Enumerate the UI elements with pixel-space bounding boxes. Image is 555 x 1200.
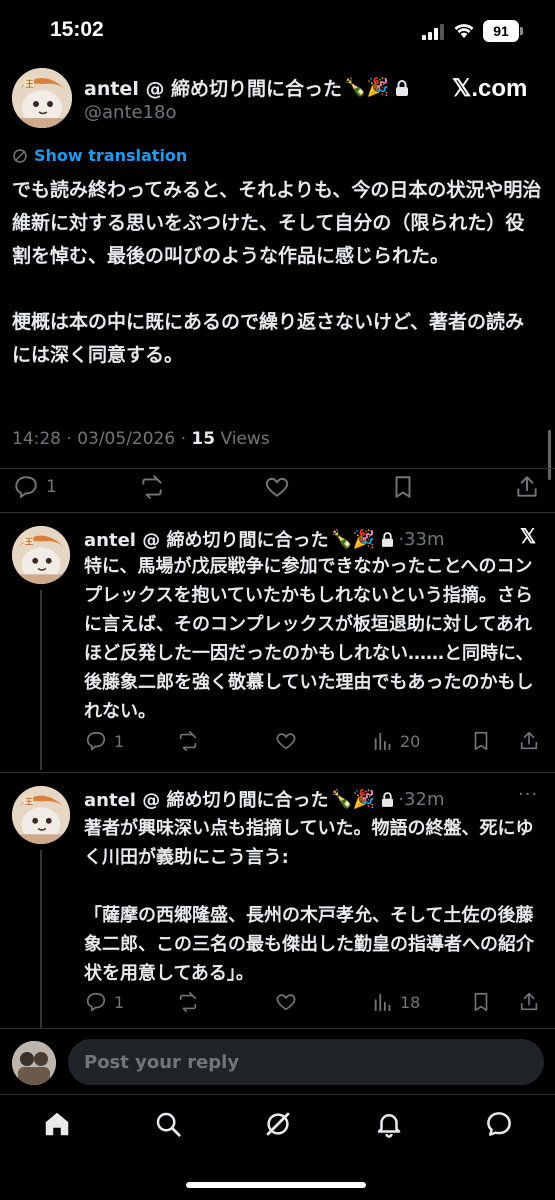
nav-messages[interactable]	[484, 1109, 514, 1143]
views-button[interactable]: 20	[372, 730, 420, 752]
reply-emoji: 🍾🎉	[330, 788, 376, 810]
repost-icon	[142, 475, 162, 499]
analytics-icon	[374, 993, 391, 1012]
repost-button[interactable]	[176, 991, 200, 1013]
bell-icon	[377, 1114, 401, 1138]
tweet-timestamp: 14:28 · 03/05/2026 ·	[12, 429, 192, 449]
author-handle[interactable]: @ante18o	[84, 102, 177, 123]
repost-icon	[179, 731, 197, 751]
views-label: Views	[215, 429, 270, 449]
thread-line	[40, 590, 42, 770]
views-button[interactable]: 18	[372, 991, 420, 1013]
heart-icon	[265, 477, 289, 497]
analytics-icon	[374, 732, 391, 751]
wifi-icon	[454, 24, 474, 38]
reply-time[interactable]: ·32m	[398, 789, 444, 810]
views-count: 15	[191, 429, 216, 449]
bookmark-button[interactable]	[390, 474, 416, 500]
grok-icon	[266, 1112, 290, 1136]
reply-count: 1	[114, 731, 125, 751]
lock-icon	[382, 531, 394, 547]
lock-icon	[382, 791, 394, 807]
show-translation-link[interactable]: Show translation	[12, 146, 187, 165]
repost-icon	[179, 992, 197, 1012]
author-line: antel @ 締め切り間に合った 🍾🎉	[84, 74, 409, 101]
heart-icon	[276, 994, 296, 1011]
heart-icon	[276, 733, 296, 750]
more-options-icon[interactable]: ···	[518, 784, 538, 805]
reply-icon	[15, 476, 37, 499]
divider	[0, 468, 555, 469]
translation-label: Show translation	[34, 146, 188, 165]
nav-home[interactable]	[42, 1109, 72, 1143]
svg-text:王: 王	[25, 536, 34, 547]
reply-author-line: antel @ 締め切り間に合った 🍾🎉 ·33m	[84, 526, 444, 552]
svg-text:王: 王	[25, 796, 34, 807]
share-icon	[520, 731, 538, 750]
message-icon	[487, 1112, 511, 1136]
bookmark-button[interactable]	[470, 991, 492, 1013]
thread-line	[40, 850, 42, 1030]
bookmark-button[interactable]	[470, 730, 492, 752]
scrollbar-indicator[interactable]	[548, 430, 551, 480]
share-icon	[520, 992, 538, 1011]
share-icon	[517, 476, 537, 497]
cellular-signal-icon	[422, 24, 444, 40]
reply-icon	[86, 731, 106, 751]
bookmark-icon	[395, 476, 411, 498]
repost-button[interactable]	[176, 730, 200, 752]
nav-notifications[interactable]	[374, 1109, 404, 1143]
reply-author-line: antel @ 締め切り間に合った 🍾🎉 ·32m	[84, 786, 444, 812]
share-button[interactable]	[518, 730, 540, 752]
x-logo-icon[interactable]: 𝕏	[520, 524, 536, 549]
author-display-name[interactable]: antel @ 締め切り間に合った	[84, 74, 342, 101]
reply-count: 1	[114, 992, 125, 1012]
reply-avatar[interactable]: 王	[12, 526, 70, 584]
share-button[interactable]	[514, 474, 540, 500]
x-logo-link[interactable]: 𝕏.com	[452, 74, 527, 103]
like-button[interactable]	[274, 991, 298, 1013]
repost-button[interactable]	[138, 474, 166, 500]
nav-search[interactable]	[153, 1109, 183, 1143]
reply-icon	[86, 992, 106, 1012]
translate-icon	[13, 148, 27, 163]
svg-text:王: 王	[25, 79, 34, 90]
tweet-meta: 14:28 · 03/05/2026 · 15 Views	[12, 429, 270, 449]
views-count: 20	[400, 731, 421, 751]
reply-count: 1	[46, 477, 57, 497]
bookmark-icon	[474, 731, 488, 751]
divider	[0, 772, 555, 773]
author-avatar[interactable]: 王	[12, 68, 72, 128]
reply-display-name[interactable]: antel @ 締め切り間に合った	[84, 526, 328, 552]
views-count: 18	[400, 992, 421, 1012]
like-button[interactable]	[263, 474, 291, 500]
reply-button[interactable]: 1	[84, 991, 124, 1013]
home-indicator[interactable]	[186, 1182, 366, 1188]
reply-avatar[interactable]: 王	[12, 786, 70, 844]
bookmark-icon	[474, 992, 488, 1012]
reply-display-name[interactable]: antel @ 締め切り間に合った	[84, 786, 328, 812]
reply-text: 著者が興味深い点も指摘していた。物語の終盤、死にゆく川田が義助にこう言う: 「薩…	[84, 818, 534, 984]
battery-indicator: 91	[483, 20, 523, 42]
reply-input[interactable]: Post your reply	[68, 1039, 544, 1085]
nav-grok[interactable]	[263, 1109, 293, 1143]
reply-text: 特に、馬場が戊辰戦争に参加できなかったことへのコンプレックスを抱いていたかもしれ…	[84, 556, 534, 722]
status-bar: 15:02 91	[0, 0, 555, 62]
reply-emoji: 🍾🎉	[330, 528, 376, 550]
home-icon	[45, 1112, 69, 1136]
compose-bar: Post your reply	[0, 1028, 555, 1094]
reply-time[interactable]: ·33m	[398, 529, 444, 550]
author-emoji: 🍾🎉	[344, 77, 389, 98]
tweet-text: でも読み終わってみると、それよりも、今の日本の状況や明治維新に対する思いをぶつけ…	[12, 179, 542, 366]
search-icon	[156, 1112, 181, 1137]
reply-button[interactable]: 1	[84, 730, 124, 752]
divider	[0, 512, 555, 513]
reply-button[interactable]: 1	[12, 474, 57, 500]
share-button[interactable]	[518, 991, 540, 1013]
lock-icon	[395, 79, 408, 96]
my-avatar[interactable]	[12, 1041, 56, 1085]
like-button[interactable]	[274, 730, 298, 752]
status-time: 15:02	[50, 18, 104, 41]
